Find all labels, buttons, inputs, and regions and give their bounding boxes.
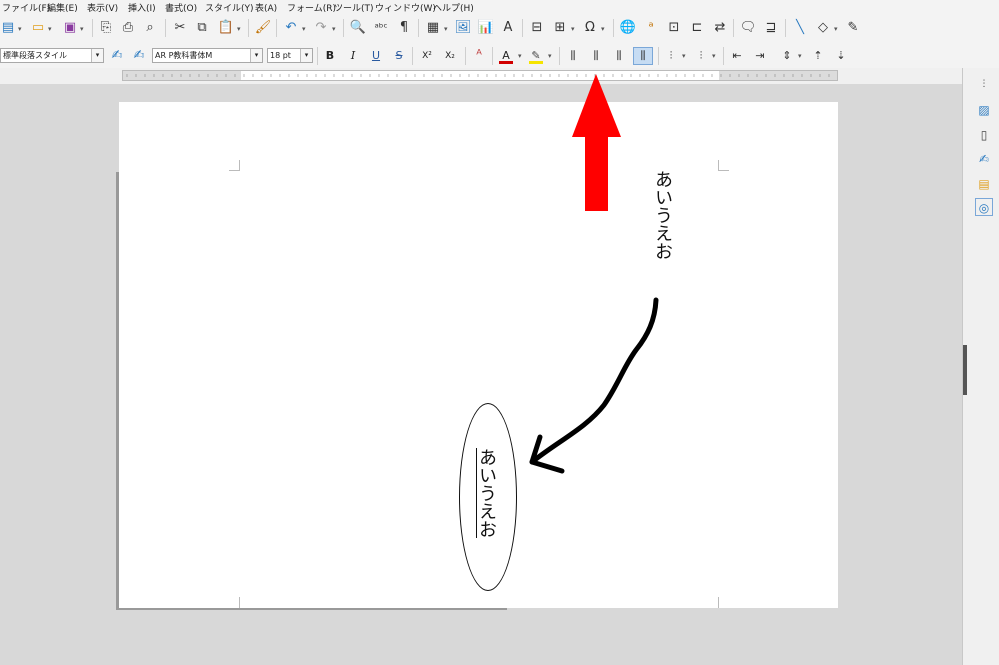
properties-icon[interactable]: ▨ [975, 101, 993, 119]
red-annotation-arrow [572, 74, 621, 211]
navigator-icon[interactable]: ◎ [975, 198, 993, 216]
sidebar-collapse-handle[interactable] [963, 345, 967, 395]
styles-icon[interactable]: ✍ [975, 150, 993, 168]
sidebar-menu-icon[interactable]: ⋮ [975, 75, 993, 93]
gallery-icon[interactable]: ▤ [975, 175, 993, 193]
page-icon[interactable]: ▯ [975, 126, 993, 144]
